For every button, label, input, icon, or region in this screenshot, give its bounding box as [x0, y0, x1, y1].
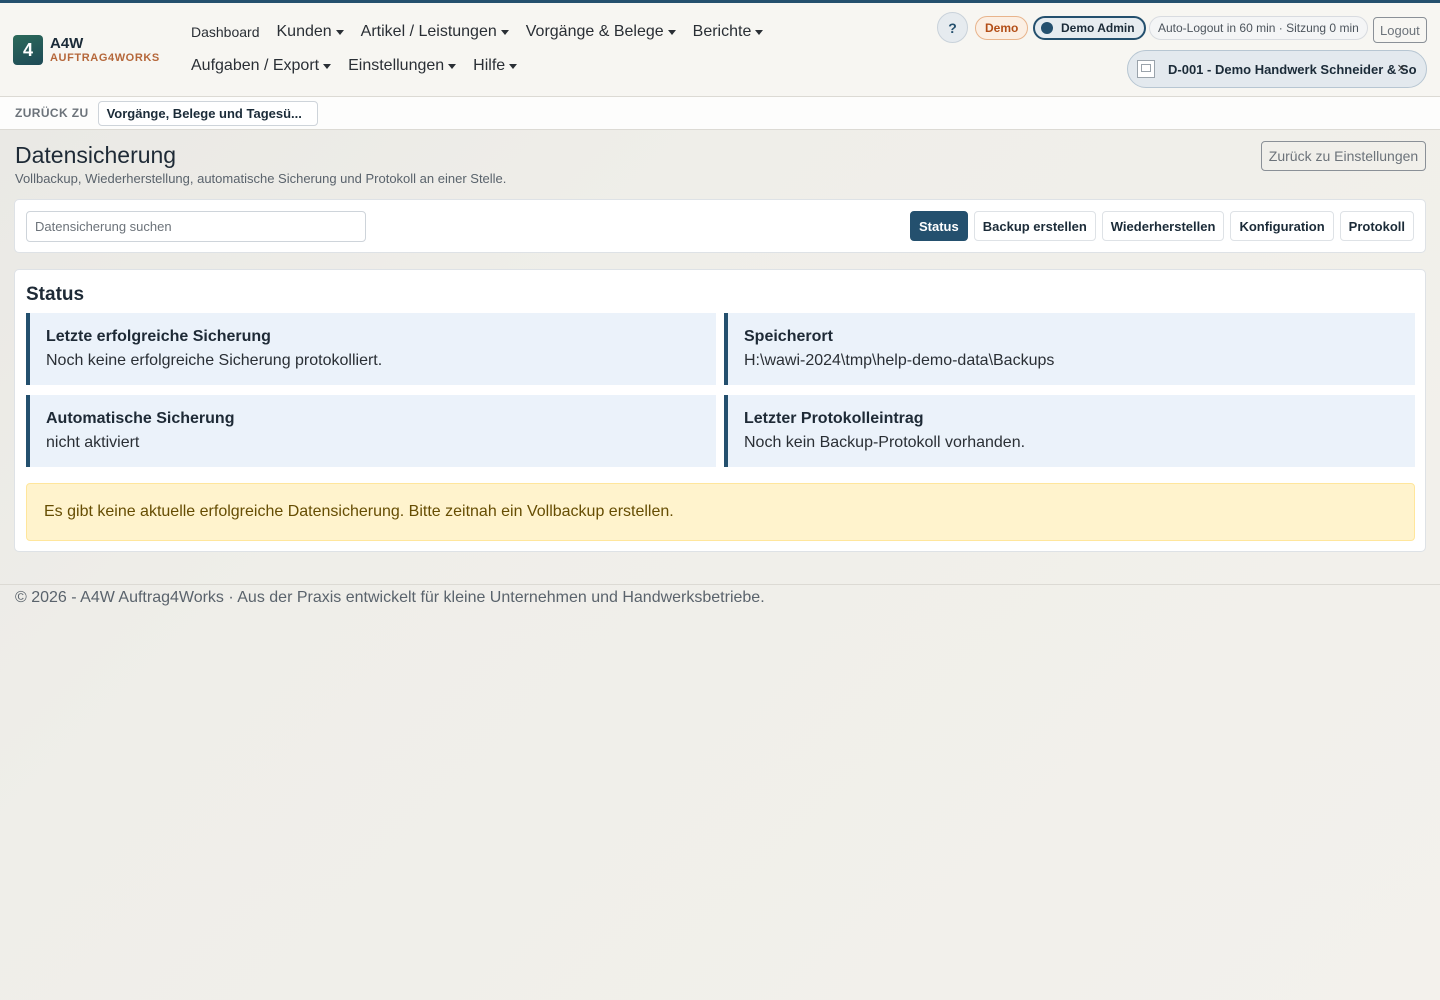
nav-label: Einstellungen	[348, 57, 445, 74]
back-link-button[interactable]: Vorgänge, Belege und Tagesü...	[97, 100, 318, 126]
nav-vorgaenge[interactable]: Vorgänge & Belege	[526, 23, 676, 41]
info-box-value: nicht aktiviert	[46, 434, 140, 451]
caret-down-icon	[509, 63, 518, 69]
caret-down-icon	[500, 29, 509, 35]
info-box-last-log: Letzter Protokolleintrag Noch kein Backu…	[724, 395, 1415, 467]
nav-dashboard[interactable]: Dashboard	[191, 24, 260, 40]
caret-down-icon	[323, 63, 332, 69]
nav-artikel[interactable]: Artikel / Leistungen	[361, 23, 509, 41]
caret-down-icon	[667, 29, 676, 35]
nav-kunden[interactable]: Kunden	[277, 23, 344, 41]
nav-hilfe[interactable]: Hilfe	[473, 57, 518, 75]
caret-down-icon	[755, 29, 764, 35]
status-heading: Status	[26, 284, 85, 305]
main-nav-row-1: Dashboard Kunden Artikel / Leistungen Vo…	[191, 20, 780, 44]
warning-alert: Es gibt keine aktuelle erfolgreiche Date…	[26, 483, 1415, 541]
company-selector[interactable]: D-001 - Demo Handwerk Schneider & So ✕	[1127, 50, 1427, 88]
help-button[interactable]: ?	[937, 12, 968, 43]
demo-badge: Demo	[975, 16, 1029, 40]
main-nav-row-2: Aufgaben / Export Einstellungen Hilfe	[191, 54, 534, 78]
info-box-storage-location: Speicherort H:\wawi-2024\tmp\help-demo-d…	[724, 313, 1415, 385]
footer-divider	[0, 584, 1440, 585]
nav-label: Dashboard	[191, 24, 260, 40]
info-box-value: Noch kein Backup-Protokoll vorhanden.	[744, 434, 1026, 451]
tab-wiederherstellen[interactable]: Wiederherstellen	[1101, 211, 1225, 241]
nav-label: Artikel / Leistungen	[360, 23, 497, 40]
tab-status[interactable]: Status	[910, 211, 968, 241]
info-box-value: Noch keine erfolgreiche Sicherung protok…	[46, 352, 383, 369]
info-box-heading: Letzte erfolgreiche Sicherung	[46, 328, 271, 345]
page-subtitle: Vollbackup, Wiederherstellung, automatis…	[15, 171, 507, 186]
info-box-last-backup: Letzte erfolgreiche Sicherung Noch keine…	[26, 313, 716, 385]
info-box-heading: Automatische Sicherung	[46, 410, 235, 427]
page-footer: © 2026 - A4W Auftrag4Works · Aus der Pra…	[15, 589, 765, 606]
info-box-auto-backup: Automatische Sicherung nicht aktiviert	[26, 395, 716, 467]
close-icon[interactable]: ✕	[1397, 62, 1406, 75]
company-name: D-001 - Demo Handwerk Schneider & So	[1168, 61, 1417, 77]
nav-label: Hilfe	[473, 57, 506, 74]
brand-mark-icon: 4	[13, 35, 43, 65]
back-navigation-bar: ZURÜCK ZU Vorgänge, Belege und Tagesü...	[0, 97, 1440, 130]
caret-down-icon	[335, 29, 344, 35]
page-title: Datensicherung	[15, 142, 177, 168]
search-input[interactable]	[26, 211, 366, 242]
back-to-settings-button[interactable]: Zurück zu Einstellungen	[1261, 141, 1426, 171]
info-box-heading: Letzter Protokolleintrag	[744, 410, 924, 427]
user-name: Demo Admin	[1061, 21, 1135, 35]
tab-backup-erstellen[interactable]: Backup erstellen	[973, 211, 1096, 241]
nav-label: Kunden	[276, 23, 332, 40]
nav-berichte[interactable]: Berichte	[693, 23, 764, 41]
search-toolbar-card: Status Backup erstellen Wiederherstellen…	[14, 199, 1426, 253]
nav-einstellungen[interactable]: Einstellungen	[348, 57, 457, 75]
nav-label: Vorgänge & Belege	[525, 23, 664, 40]
nav-aufgaben-export[interactable]: Aufgaben / Export	[191, 57, 332, 75]
brand-subtitle: AUFTRAG4WORKS	[50, 52, 160, 64]
brand-logo[interactable]: 4 A4W AUFTRAG4WORKS	[13, 35, 160, 65]
company-logo-icon	[1137, 60, 1155, 78]
user-status-icon	[1041, 22, 1053, 34]
info-box-value: H:\wawi-2024\tmp\help-demo-data\Backups	[744, 352, 1055, 369]
app-header: 4 A4W AUFTRAG4WORKS Dashboard Kunden Art…	[0, 3, 1440, 97]
brand-name: A4W	[50, 35, 84, 52]
tab-konfiguration[interactable]: Konfiguration	[1230, 211, 1334, 241]
status-card: Status Letzte erfolgreiche Sicherung Noc…	[14, 269, 1426, 552]
session-timer: Auto-Logout in 60 min · Sitzung 0 min	[1149, 16, 1368, 40]
section-tabs: Status Backup erstellen Wiederherstellen…	[904, 211, 1414, 241]
info-box-heading: Speicherort	[744, 328, 833, 345]
tab-protokoll[interactable]: Protokoll	[1339, 211, 1414, 241]
user-menu-button[interactable]: Demo Admin	[1033, 16, 1146, 40]
nav-label: Aufgaben / Export	[191, 57, 320, 74]
back-label: ZURÜCK ZU	[15, 106, 89, 120]
nav-label: Berichte	[692, 23, 752, 40]
logout-button[interactable]: Logout	[1373, 17, 1427, 43]
caret-down-icon	[448, 63, 457, 69]
